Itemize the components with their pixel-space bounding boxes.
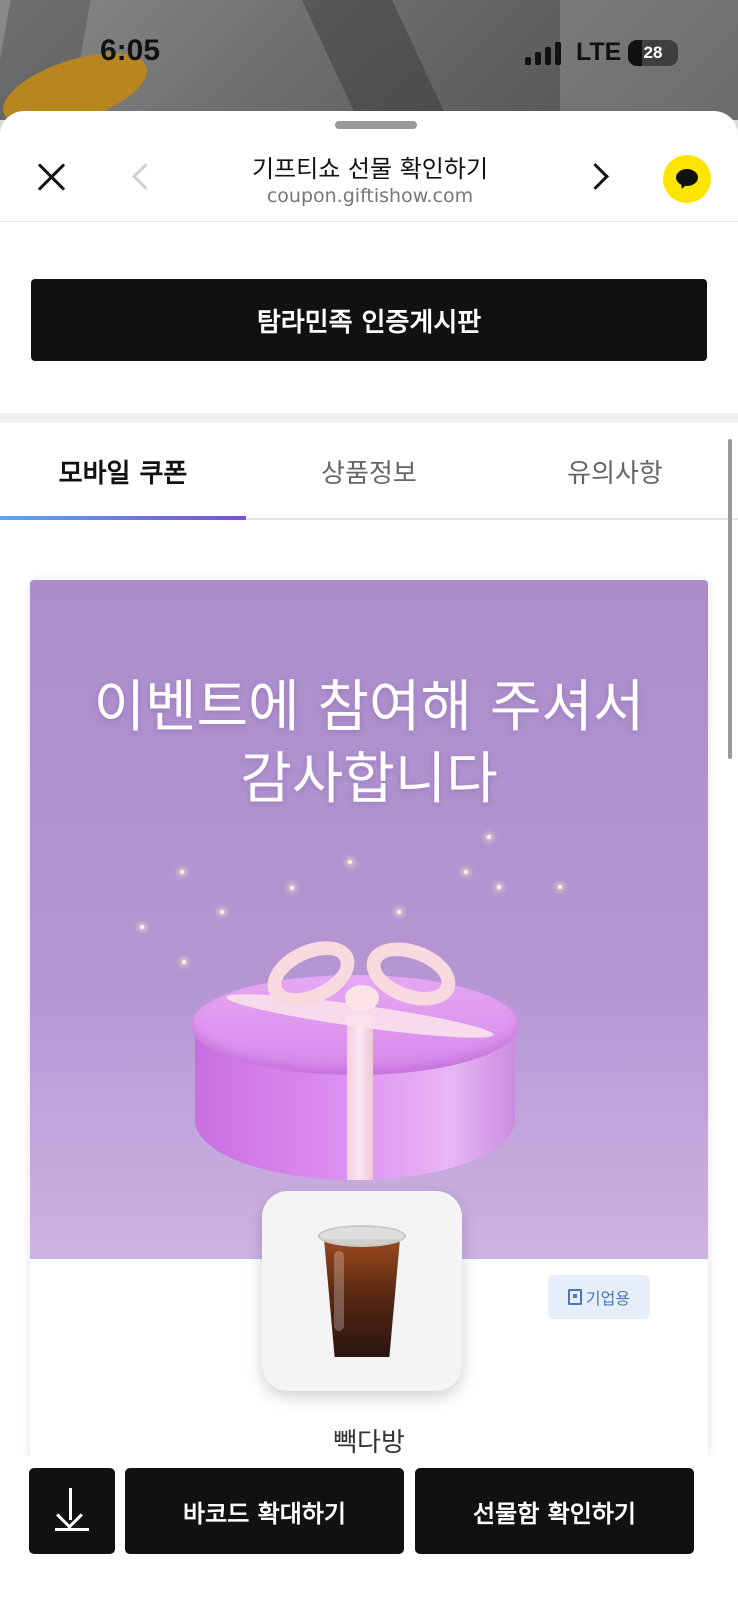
download-icon-base xyxy=(55,1528,89,1531)
sparkle xyxy=(290,886,294,890)
section-divider xyxy=(0,413,738,423)
status-time: 6:05 xyxy=(100,34,161,67)
scrollbar[interactable] xyxy=(728,439,732,759)
coffee-cup-rim xyxy=(318,1225,406,1247)
board-button[interactable]: 탐라민족 인증게시판 xyxy=(31,279,707,361)
background-photo-shade xyxy=(302,0,448,120)
iced-coffee-image xyxy=(318,1225,406,1359)
chevron-right-icon[interactable] xyxy=(590,161,612,195)
tab-product-info[interactable]: 상품정보 xyxy=(246,423,492,520)
bottom-action-bar: 바코드 확대하기 선물함 확인하기 xyxy=(0,1455,738,1600)
sparkle xyxy=(558,885,562,889)
tab-notice[interactable]: 유의사항 xyxy=(492,423,738,520)
sparkle xyxy=(487,835,491,839)
sparkle xyxy=(397,910,401,914)
tab-mobile-coupon[interactable]: 모바일 쿠폰 xyxy=(0,423,246,520)
page-url: coupon.giftishow.com xyxy=(266,185,474,207)
coffee-cup-shine xyxy=(334,1251,344,1331)
sparkle xyxy=(180,870,184,874)
webview-navbar: 기프티쇼 선물 확인하기 coupon.giftishow.com xyxy=(0,129,738,222)
banner-line-1: 이벤트에 참여해 주셔서 xyxy=(93,675,645,740)
event-banner: 이벤트에 참여해 주셔서 감사합니다 xyxy=(30,580,708,1259)
barcode-zoom-button[interactable]: 바코드 확대하기 xyxy=(125,1468,404,1554)
gift-bow-knot xyxy=(345,985,379,1011)
sparkle xyxy=(497,885,501,889)
coupon-card: 이벤트에 참여해 주셔서 감사합니다 기업용 빽다방 xyxy=(30,580,708,1480)
network-label: LTE xyxy=(576,38,622,66)
sparkle xyxy=(182,960,186,964)
sparkle xyxy=(464,870,468,874)
product-thumbnail[interactable] xyxy=(262,1191,462,1391)
sparkle xyxy=(348,860,352,864)
gift-ribbon xyxy=(347,1015,373,1180)
sparkle xyxy=(140,925,144,929)
download-button[interactable] xyxy=(29,1468,115,1554)
brand-name: 빽다방 xyxy=(333,1428,405,1458)
close-icon[interactable] xyxy=(34,159,70,195)
signal-icon xyxy=(525,42,561,65)
banner-message: 이벤트에 참여해 주셔서 감사합니다 xyxy=(30,672,708,816)
webview-sheet: 기프티쇼 선물 확인하기 coupon.giftishow.com 탐라민족 인… xyxy=(0,111,738,1600)
battery-level: 28 xyxy=(643,43,663,62)
sparkle xyxy=(220,910,224,914)
corporate-badge-label: 기업용 xyxy=(585,1289,631,1308)
sheet-grabber[interactable] xyxy=(335,121,417,129)
gift-box-image xyxy=(191,928,519,1185)
chevron-left-icon[interactable] xyxy=(128,161,150,195)
kakao-chat-icon[interactable] xyxy=(663,155,711,203)
tab-bar: 모바일 쿠폰 상품정보 유의사항 xyxy=(0,423,738,520)
download-icon xyxy=(69,1488,72,1520)
status-bar: 6:05 LTE 28 xyxy=(0,0,738,120)
corporate-badge: 기업용 xyxy=(548,1275,650,1319)
banner-line-2: 감사합니다 xyxy=(240,747,498,812)
battery-icon: 28 xyxy=(628,40,678,66)
active-tab-indicator xyxy=(0,516,246,520)
giftbox-button[interactable]: 선물함 확인하기 xyxy=(415,1468,694,1554)
building-icon xyxy=(567,1289,582,1305)
page-title: 기프티쇼 선물 확인하기 xyxy=(251,155,489,183)
